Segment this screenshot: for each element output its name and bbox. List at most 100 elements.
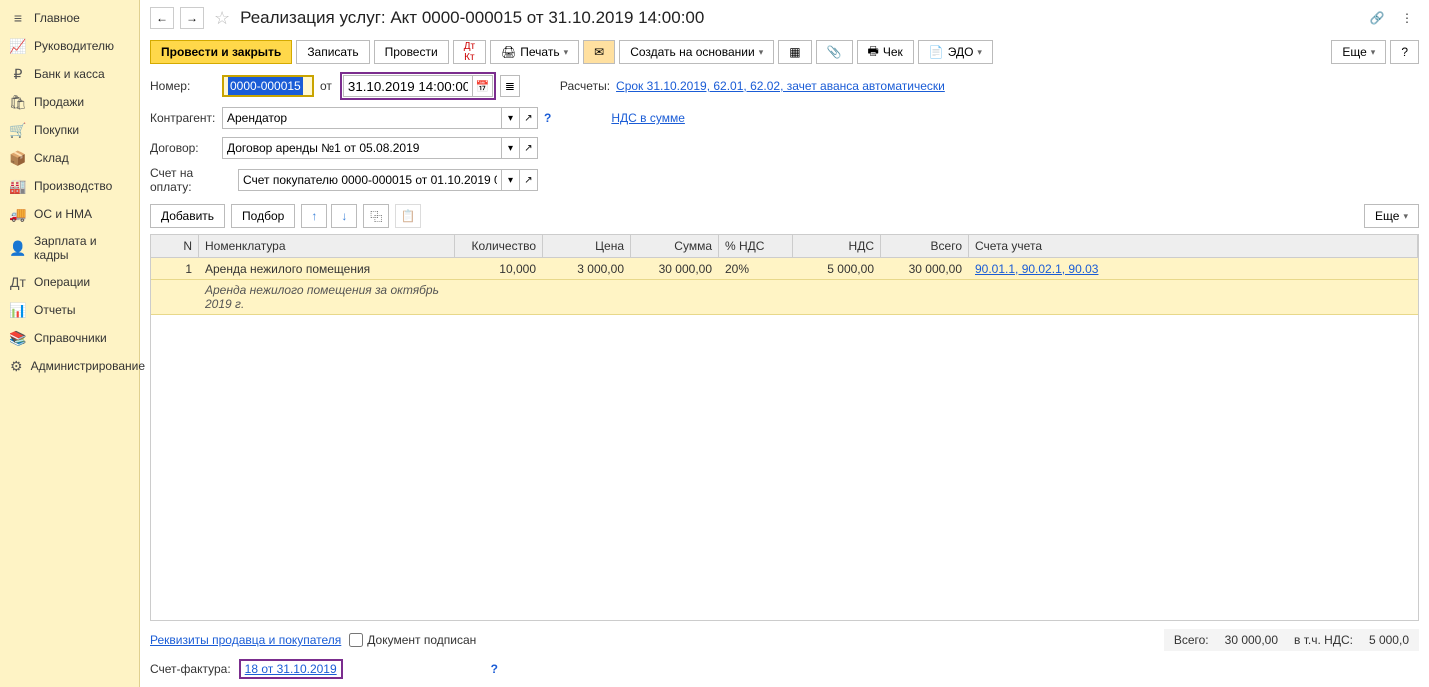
col-accounts[interactable]: Счета учета xyxy=(969,235,1418,257)
attach-button[interactable]: 📎 xyxy=(816,40,853,64)
sidebar-item-directories[interactable]: 📚Справочники xyxy=(0,324,139,352)
date-highlight: 📅 xyxy=(340,72,496,100)
invoice-acc-combo: ▾ ↗ xyxy=(238,169,538,191)
col-qty[interactable]: Количество xyxy=(455,235,543,257)
open-button[interactable]: ↗ xyxy=(520,107,538,129)
edo-button[interactable]: 📄ЭДО xyxy=(918,40,993,64)
col-total[interactable]: Всего xyxy=(881,235,969,257)
post-close-button[interactable]: Провести и закрыть xyxy=(150,40,292,64)
registry-icon: ▦ xyxy=(789,45,800,59)
row-more-button[interactable]: Еще xyxy=(1364,204,1419,228)
calendar-button[interactable]: 📅 xyxy=(473,75,493,97)
forward-button[interactable]: → xyxy=(180,7,204,29)
table-row-detail[interactable]: Аренда нежилого помещения за октябрь 201… xyxy=(151,280,1418,315)
col-ndsrate[interactable]: % НДС xyxy=(719,235,793,257)
cell-n: 1 xyxy=(151,259,199,279)
col-sum[interactable]: Сумма xyxy=(631,235,719,257)
sf-help-icon[interactable]: ? xyxy=(491,662,498,676)
person-icon: 👤 xyxy=(10,240,26,256)
add-row-button[interactable]: Добавить xyxy=(150,204,225,228)
table-row[interactable]: 1 Аренда нежилого помещения 10,000 3 000… xyxy=(151,258,1418,280)
journal-button[interactable]: ≣ xyxy=(500,75,520,97)
post-button[interactable]: Провести xyxy=(374,40,449,64)
paste-button[interactable]: 📋 xyxy=(395,204,421,228)
dt-icon: Дт xyxy=(10,274,26,290)
col-nds[interactable]: НДС xyxy=(793,235,881,257)
sidebar: ≡Главное 📈 Руководителю ₽Банк и касса 🛍Пр… xyxy=(0,0,140,687)
open-button[interactable]: ↗ xyxy=(520,169,538,191)
move-down-button[interactable]: ↓ xyxy=(331,204,357,228)
help-icon[interactable]: ? xyxy=(544,111,551,125)
sidebar-item-label: Руководителю xyxy=(34,39,114,53)
help-button[interactable]: ? xyxy=(1390,40,1419,64)
print-button[interactable]: 🖨Печать xyxy=(490,40,579,64)
grid-body[interactable]: 1 Аренда нежилого помещения 10,000 3 000… xyxy=(151,258,1418,620)
cheque-button[interactable]: 🖶Чек xyxy=(857,40,914,64)
sidebar-item-assets[interactable]: 🚚ОС и НМА xyxy=(0,200,139,228)
contragent-combo: ▾ ↗ xyxy=(222,107,538,129)
sidebar-item-label: ОС и НМА xyxy=(34,207,92,221)
signed-checkbox[interactable] xyxy=(349,633,363,647)
number-label: Номер: xyxy=(150,79,222,93)
sidebar-item-operations[interactable]: ДтОперации xyxy=(0,268,139,296)
invoice-acc-input[interactable] xyxy=(238,169,502,191)
create-based-button[interactable]: Создать на основании xyxy=(619,40,774,64)
arrow-up-icon: ↑ xyxy=(311,209,317,223)
sidebar-item-label: Администрирование xyxy=(31,359,145,373)
gear-icon: ⚙ xyxy=(10,358,23,374)
seller-details-link[interactable]: Реквизиты продавца и покупателя xyxy=(150,633,341,647)
col-n[interactable]: N xyxy=(151,235,199,257)
arrow-down-icon: ↓ xyxy=(341,209,347,223)
sidebar-item-bank[interactable]: ₽Банк и касса xyxy=(0,60,139,88)
more-vert-icon[interactable]: ⋮ xyxy=(1395,6,1419,30)
sidebar-item-hr[interactable]: 👤Зарплата и кадры xyxy=(0,228,139,268)
chart-icon: 📈 xyxy=(10,38,26,54)
form-area: Номер: 0000-000015 от 📅 ≣ Расчеты: Срок … xyxy=(140,72,1429,200)
total-value: 30 000,00 xyxy=(1225,633,1278,647)
accounts-link[interactable]: 90.01.1, 90.02.1, 90.03 xyxy=(975,262,1098,276)
link-icon[interactable]: 🔗 xyxy=(1365,6,1389,30)
registry-button[interactable]: ▦ xyxy=(778,40,811,64)
nds-link[interactable]: НДС в сумме xyxy=(611,111,685,125)
dropdown-button[interactable]: ▾ xyxy=(502,137,520,159)
sidebar-item-manager[interactable]: 📈 Руководителю xyxy=(0,32,139,60)
sidebar-item-admin[interactable]: ⚙Администрирование xyxy=(0,352,139,380)
write-button[interactable]: Записать xyxy=(296,40,369,64)
sidebar-item-label: Продажи xyxy=(34,95,84,109)
from-label: от xyxy=(320,79,332,93)
col-price[interactable]: Цена xyxy=(543,235,631,257)
sidebar-item-purchases[interactable]: 🛒Покупки xyxy=(0,116,139,144)
dropdown-button[interactable]: ▾ xyxy=(502,169,520,191)
contract-input[interactable] xyxy=(222,137,502,159)
copy-button[interactable]: ⿻ xyxy=(363,204,389,228)
col-nomenclature[interactable]: Номенклатура xyxy=(199,235,455,257)
date-input[interactable] xyxy=(343,75,473,97)
dropdown-button[interactable]: ▾ xyxy=(502,107,520,129)
sidebar-item-main[interactable]: ≡Главное xyxy=(0,4,139,32)
more-button[interactable]: Еще xyxy=(1331,40,1386,64)
sidebar-item-reports[interactable]: 📊Отчеты xyxy=(0,296,139,324)
sidebar-item-label: Отчеты xyxy=(34,303,75,317)
contract-combo: ▾ ↗ xyxy=(222,137,538,159)
move-up-button[interactable]: ↑ xyxy=(301,204,327,228)
dtkt-icon: ДтКт xyxy=(464,41,475,63)
open-button[interactable]: ↗ xyxy=(520,137,538,159)
cell-price: 3 000,00 xyxy=(543,259,631,279)
sidebar-item-production[interactable]: 🏭Производство xyxy=(0,172,139,200)
sidebar-item-sales[interactable]: 🛍Продажи xyxy=(0,88,139,116)
sf-link[interactable]: 18 от 31.10.2019 xyxy=(245,662,337,676)
cell-nomenclature: Аренда нежилого помещения xyxy=(199,259,455,279)
number-input[interactable]: 0000-000015 xyxy=(222,75,314,97)
incl-nds-label: в т.ч. НДС: xyxy=(1294,633,1353,647)
contragent-input[interactable] xyxy=(222,107,502,129)
calc-link[interactable]: Срок 31.10.2019, 62.01, 62.02, зачет ава… xyxy=(616,79,945,93)
mail-button[interactable]: ✉ xyxy=(583,40,615,64)
star-icon[interactable]: ☆ xyxy=(214,8,230,29)
sidebar-item-warehouse[interactable]: 📦Склад xyxy=(0,144,139,172)
signed-checkbox-wrap[interactable]: Документ подписан xyxy=(349,633,476,647)
pick-button[interactable]: Подбор xyxy=(231,204,295,228)
dtkt-button[interactable]: ДтКт xyxy=(453,40,486,64)
back-button[interactable]: ← xyxy=(150,7,174,29)
factory-icon: 🏭 xyxy=(10,178,26,194)
cell-sum: 30 000,00 xyxy=(631,259,719,279)
